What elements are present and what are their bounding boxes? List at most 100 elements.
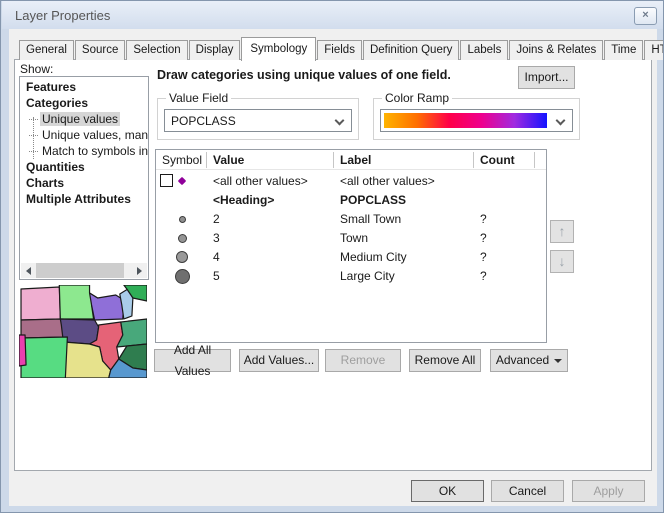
column-separator [206, 152, 207, 168]
table-row[interactable]: <all other values><all other values> [156, 172, 546, 190]
table-row[interactable]: 2Small Town? [156, 210, 546, 228]
cell-value: 5 [213, 269, 220, 283]
cancel-button[interactable]: Cancel [491, 480, 564, 502]
dialog-content: GeneralSourceSelectionDisplaySymbologyFi… [9, 29, 657, 506]
graduated-circle-symbol-icon[interactable] [175, 269, 190, 284]
tab-symbology[interactable]: Symbology [241, 37, 316, 61]
tab-html-popup[interactable]: HTML Popup [644, 40, 664, 60]
table-row[interactable]: 5 Large City? [156, 267, 546, 285]
tab-general[interactable]: General [19, 40, 74, 60]
titlebar[interactable]: Layer Properties × [2, 1, 664, 29]
cell-label: Medium City [340, 250, 407, 264]
tab-selection[interactable]: Selection [126, 40, 187, 60]
renderer-description: Draw categories using unique values of o… [157, 68, 451, 82]
cell-value: 3 [213, 231, 220, 245]
cell-value: <all other values> [213, 174, 308, 188]
arrow-down-icon: ↓ [559, 253, 566, 269]
tab-fields[interactable]: Fields [317, 40, 362, 60]
map-preview-thumbnail [19, 285, 147, 378]
column-header-symbol: Symbol [162, 153, 202, 167]
tab-joins-relates[interactable]: Joins & Relates [509, 40, 603, 60]
tree-item-multiple-attributes[interactable]: Multiple Attributes [20, 191, 148, 207]
graduated-circle-symbol-icon[interactable] [176, 251, 188, 263]
tab-definition-query[interactable]: Definition Query [363, 40, 459, 60]
color-ramp-swatch [384, 113, 547, 128]
tab-time[interactable]: Time [604, 40, 643, 60]
cell-value: 2 [213, 212, 220, 226]
layer-properties-dialog: Layer Properties × GeneralSourceSelectio… [0, 0, 664, 513]
value-field-group: Value Field POPCLASS [157, 98, 359, 140]
tab-source[interactable]: Source [75, 40, 125, 60]
close-button[interactable]: × [634, 7, 657, 25]
tree-item-label: Multiple Attributes [26, 192, 131, 206]
cell-count: ? [480, 231, 487, 245]
column-header-label: Label [340, 153, 371, 167]
state-purple [90, 293, 124, 320]
point-symbol-icon [178, 177, 186, 185]
tree-item-charts[interactable]: Charts [20, 175, 148, 191]
move-up-button[interactable]: ↑ [550, 220, 574, 243]
table-row[interactable]: 3Town? [156, 229, 546, 247]
value-field-value: POPCLASS [171, 114, 236, 128]
button-label: Add All Values [155, 340, 230, 382]
apply-button[interactable]: Apply [572, 480, 645, 502]
tree-item-unique-values[interactable]: Unique values [20, 111, 148, 127]
chevron-down-icon [556, 116, 566, 126]
color-ramp-label: Color Ramp [382, 91, 452, 105]
add-all-values-button[interactable]: Add All Values [154, 349, 231, 372]
button-label: Remove [341, 350, 386, 371]
graduated-circle-symbol-icon[interactable] [178, 234, 187, 243]
move-down-button[interactable]: ↓ [550, 250, 574, 273]
color-ramp-dropdown[interactable] [380, 109, 573, 132]
advanced-button[interactable]: Advanced [490, 349, 568, 372]
scroll-left-icon[interactable] [21, 263, 36, 278]
button-label: Remove All [415, 350, 476, 371]
tree-item-match-to-symbols-in-a[interactable]: Match to symbols in a [20, 143, 148, 159]
table-row[interactable]: <Heading>POPCLASS [156, 191, 546, 209]
column-header-value: Value [213, 153, 244, 167]
scroll-right-icon[interactable] [132, 263, 147, 278]
tree-item-label: Features [26, 80, 76, 94]
state-bright-green [21, 337, 67, 378]
cell-label: POPCLASS [340, 193, 406, 207]
cell-label: Large City [340, 269, 395, 283]
tree-item-label: Quantities [26, 160, 85, 174]
sliver-magenta [19, 335, 26, 366]
color-ramp-group: Color Ramp [373, 98, 580, 140]
column-separator [534, 152, 535, 168]
tree-item-label: Match to symbols in a [40, 144, 149, 158]
tree-horizontal-scrollbar[interactable] [21, 263, 147, 278]
show-label: Show: [20, 62, 53, 76]
renderer-tree: FeaturesCategoriesUnique valuesUnique va… [19, 76, 149, 280]
value-field-label: Value Field [166, 91, 231, 105]
chevron-down-icon [335, 116, 345, 126]
symbology-tab-page: Show: FeaturesCategoriesUnique valuesUni… [14, 59, 652, 471]
tree-item-quantities[interactable]: Quantities [20, 159, 148, 175]
tree-item-label: Unique values, many [40, 128, 149, 142]
arrow-up-icon: ↑ [559, 223, 566, 239]
tab-display[interactable]: Display [189, 40, 241, 60]
import-button[interactable]: Import... [518, 66, 575, 89]
graduated-circle-symbol-icon[interactable] [179, 216, 186, 223]
ok-button[interactable]: OK [411, 480, 484, 502]
table-header: Symbol Value Label Count [156, 150, 546, 170]
button-label: Advanced [496, 350, 549, 371]
column-separator [333, 152, 334, 168]
tab-labels[interactable]: Labels [460, 40, 508, 60]
cell-count: ? [480, 269, 487, 283]
scrollbar-thumb[interactable] [36, 263, 124, 278]
all-other-values-checkbox[interactable] [160, 174, 173, 187]
state-pink [21, 287, 60, 320]
tree-item-features[interactable]: Features [20, 79, 148, 95]
remove-button[interactable]: Remove [325, 349, 401, 372]
column-header-count: Count [480, 153, 515, 167]
unique-values-table[interactable]: Symbol Value Label Count <all other values>… [155, 149, 547, 343]
button-label: Add Values... [244, 350, 315, 371]
remove-all-button[interactable]: Remove All [409, 349, 481, 372]
tree-item-unique-values-many[interactable]: Unique values, many [20, 127, 148, 143]
add-values-button[interactable]: Add Values... [239, 349, 319, 372]
value-field-dropdown[interactable]: POPCLASS [164, 109, 352, 132]
tree-item-categories[interactable]: Categories [20, 95, 148, 111]
tabstrip: GeneralSourceSelectionDisplaySymbologyFi… [19, 37, 664, 60]
table-row[interactable]: 4Medium City? [156, 248, 546, 266]
